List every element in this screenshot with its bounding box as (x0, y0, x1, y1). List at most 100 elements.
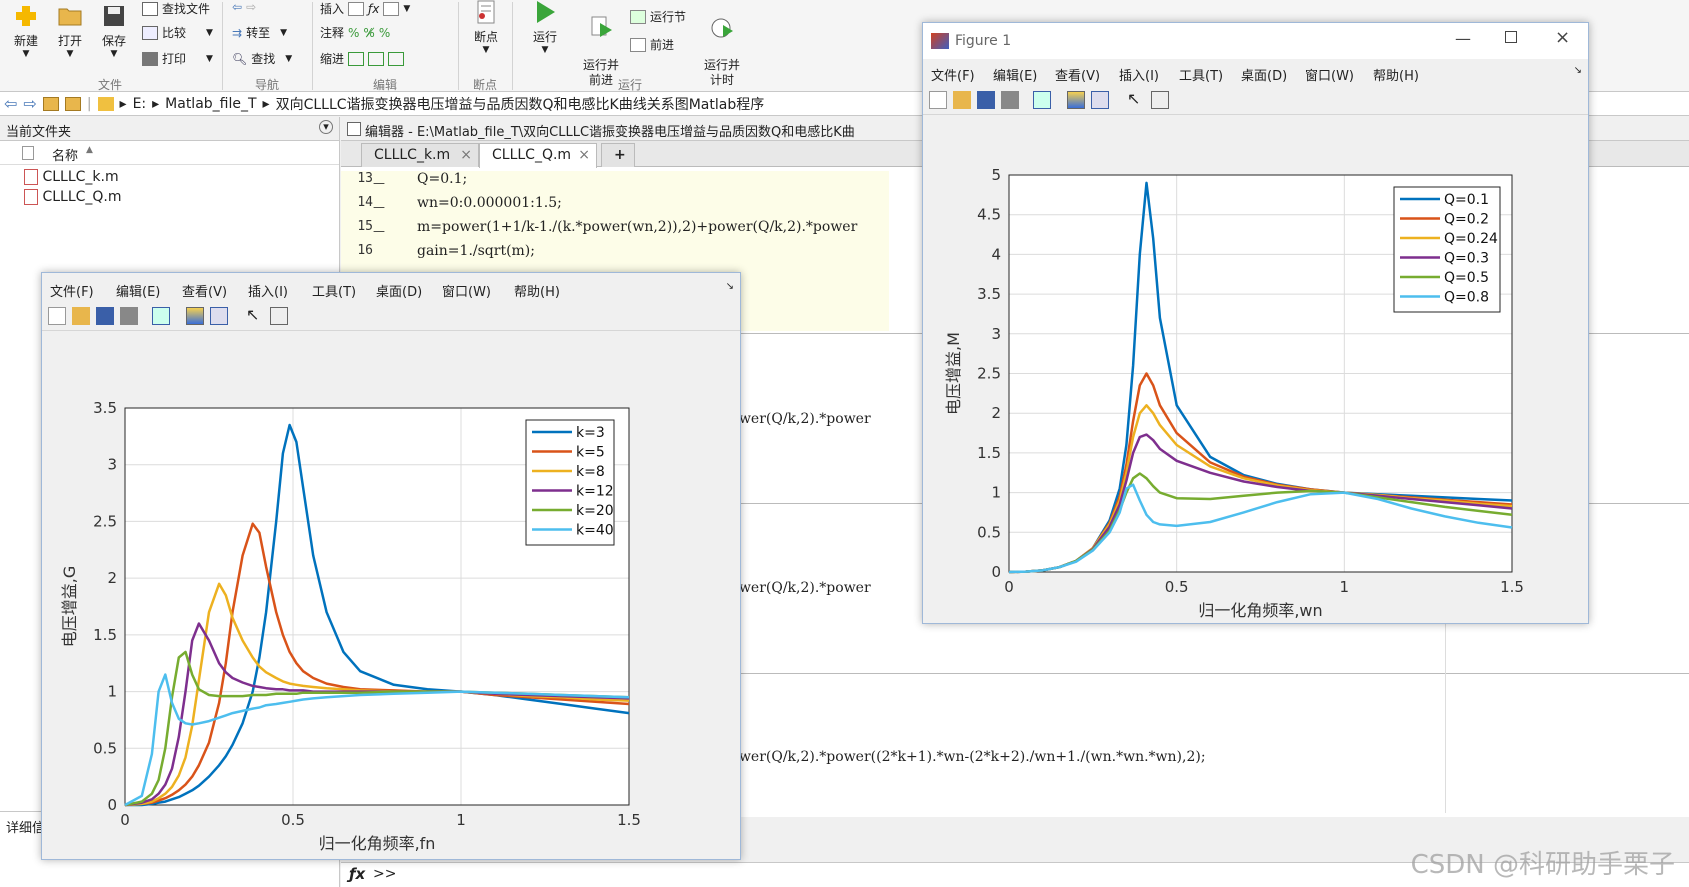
open-button[interactable]: 打开 ▼ (52, 4, 88, 59)
indent-button[interactable]: 缩进 (320, 50, 405, 67)
figure-window-k: 文件(F) 编辑(E) 查看(V) 插入(I) 工具(T) 桌面(D) 窗口(W… (41, 272, 741, 860)
print-icon[interactable] (1001, 91, 1019, 109)
colorbar-icon[interactable] (1067, 91, 1085, 109)
open-file-icon[interactable] (72, 307, 90, 325)
up-folder-icon[interactable] (42, 96, 59, 111)
print-icon[interactable] (120, 307, 138, 325)
figure-title-bar[interactable]: Figure 1 — × (923, 23, 1588, 59)
run-and-advance-button[interactable]: 运行并 前进 (576, 0, 626, 88)
new-button[interactable]: 新建 ▼ (8, 4, 44, 59)
open-file-icon[interactable] (953, 91, 971, 109)
run-and-time-button[interactable]: 运行并 计时 (698, 0, 746, 88)
code-line[interactable]: Q=0.1; (417, 171, 467, 187)
column-header[interactable]: 名称 ▲ (0, 141, 339, 165)
close-icon[interactable]: × (460, 147, 472, 163)
link-plot-icon[interactable] (1033, 91, 1051, 109)
save-button[interactable]: 保存 ▼ (96, 4, 132, 59)
menu-window[interactable]: 窗口(W) (1305, 65, 1354, 84)
compare-button[interactable]: 比较 ▼ (142, 24, 213, 41)
menu-file[interactable]: 文件(F) (50, 281, 94, 300)
legend-entry: k=3 (576, 425, 605, 441)
legend-entry: Q=0.8 (1444, 290, 1489, 306)
colorbar-icon[interactable] (186, 307, 204, 325)
breadcrumb-drive[interactable]: E: (133, 96, 147, 112)
menu-view[interactable]: 查看(V) (182, 281, 227, 300)
y-tick-label: 2.5 (93, 512, 117, 530)
advance-button[interactable]: 前进 (630, 36, 674, 53)
code-line[interactable]: wn=0:0.000001:1.5; (417, 195, 562, 211)
menu-view[interactable]: 查看(V) (1055, 65, 1100, 84)
line-number: 16 (357, 243, 373, 258)
tab-clllc-q[interactable]: CLLLC_Q.m × (479, 143, 597, 168)
close-icon[interactable]: × (1555, 27, 1570, 48)
breadcrumb-folder1[interactable]: Matlab_file_T (165, 96, 256, 112)
legend-entry: k=40 (576, 523, 614, 539)
menu-edit[interactable]: 编辑(E) (116, 281, 160, 300)
gain-chart-k[interactable]: 0 0.5 1 1.5 0 0.5 1 1.5 2 2.5 3 3.5 归一化角频率,fn 电压增益,G k… (42, 331, 742, 861)
comment-button[interactable]: 注释% %̸% (320, 24, 390, 41)
link-plot-icon[interactable] (152, 307, 170, 325)
print-button[interactable]: 打印 ▼ (142, 50, 213, 67)
menu-help[interactable]: 帮助(H) (514, 281, 560, 300)
minimize-icon[interactable]: — (1455, 29, 1471, 48)
menu-help[interactable]: 帮助(H) (1373, 65, 1419, 84)
new-figure-icon[interactable] (929, 91, 947, 109)
run-section-button[interactable]: 运行节 (630, 8, 686, 25)
run-section-icon (630, 9, 646, 24)
menu-desktop[interactable]: 桌面(D) (1241, 65, 1287, 84)
legend-icon[interactable] (1091, 91, 1109, 109)
save-icon[interactable] (977, 91, 995, 109)
file-list-item[interactable]: CLLLC_k.m (24, 169, 119, 185)
fx-icon: ƒx (368, 1, 380, 16)
cursor-arrow-icon[interactable]: ↖ (1127, 91, 1145, 109)
editor-title: 编辑器 - E:\Matlab_file_T\双向CLLLC谐振变换器电压增益与… (365, 125, 855, 140)
back-arrow-icon[interactable]: ⇦ (4, 94, 17, 113)
y-tick-label: 2 (991, 404, 1001, 422)
dock-arrow-icon[interactable]: ↘ (1574, 65, 1582, 76)
legend-entry: k=8 (576, 464, 605, 480)
dock-arrow-icon[interactable]: ↘ (726, 281, 734, 292)
save-icon[interactable] (96, 307, 114, 325)
code-line[interactable]: m=power(1+1/k-1./(k.*power(wn,2)),2)+pow… (417, 219, 857, 235)
run-button[interactable]: 运行 ▼ (522, 0, 568, 55)
cursor-arrow-icon[interactable]: ↖ (246, 307, 264, 325)
insert-button[interactable]: 插入 ƒx ▼ (320, 0, 410, 17)
property-editor-icon[interactable] (1151, 91, 1169, 109)
figure-window-q: Figure 1 — × 文件(F) 编辑(E) 查看(V) 插入(I) 工具(… (922, 22, 1589, 624)
forward-arrow-icon[interactable]: ⇨ (23, 94, 36, 113)
close-icon[interactable]: × (578, 147, 590, 163)
browse-folder-icon[interactable] (64, 96, 81, 111)
code-line[interactable]: gain=1./sqrt(m); (417, 243, 535, 259)
menu-desktop[interactable]: 桌面(D) (376, 281, 422, 300)
menu-insert[interactable]: 插入(I) (1119, 65, 1159, 84)
goto-button[interactable]: ⇉ 转至 ▼ (232, 24, 287, 41)
menu-insert[interactable]: 插入(I) (248, 281, 288, 300)
y-tick-label: 1 (991, 484, 1001, 502)
figure-toolbar: ↖ (923, 87, 1588, 115)
new-figure-icon[interactable] (48, 307, 66, 325)
y-tick-label: 2 (107, 569, 117, 587)
maximize-icon[interactable] (1505, 31, 1517, 43)
back-arrow-button[interactable]: ⇦ ⇨ (232, 0, 256, 14)
y-tick-label: 0.5 (93, 739, 117, 757)
breadcrumb-folder2[interactable]: 双向CLLLC谐振变换器电压增益与品质因数Q和电感比K曲线关系图Matlab程序 (276, 94, 765, 114)
breakpoint-button[interactable]: 断点 ▼ (466, 0, 506, 55)
menu-tools[interactable]: 工具(T) (1179, 65, 1223, 84)
y-tick-label: 3.5 (93, 399, 117, 417)
menu-tools[interactable]: 工具(T) (312, 281, 356, 300)
legend-entry: Q=0.1 (1444, 192, 1489, 208)
folder-icon (97, 96, 114, 111)
add-tab-button[interactable]: + (601, 143, 635, 167)
file-list-item[interactable]: CLLLC_Q.m (24, 189, 122, 205)
menu-edit[interactable]: 编辑(E) (993, 65, 1037, 84)
legend-icon[interactable] (210, 307, 228, 325)
find-button[interactable]: 🔍︎ 查找 ▼ (232, 50, 292, 67)
nav-group-label: 导航 (254, 78, 279, 92)
property-editor-icon[interactable] (270, 307, 288, 325)
menu-window[interactable]: 窗口(W) (442, 281, 491, 300)
tab-clllc-k[interactable]: CLLLC_k.m × (361, 143, 479, 167)
find-file-button[interactable]: 查找文件 (142, 0, 210, 17)
menu-file[interactable]: 文件(F) (931, 65, 975, 84)
panel-menu-icon[interactable]: ▾ (319, 120, 333, 134)
gain-chart-q[interactable]: 0 0.5 1 1.5 0 0.5 1 1.5 2 2.5 3 3.5 4 4.5 5 归一化角频率,wn 电压… (923, 116, 1590, 624)
